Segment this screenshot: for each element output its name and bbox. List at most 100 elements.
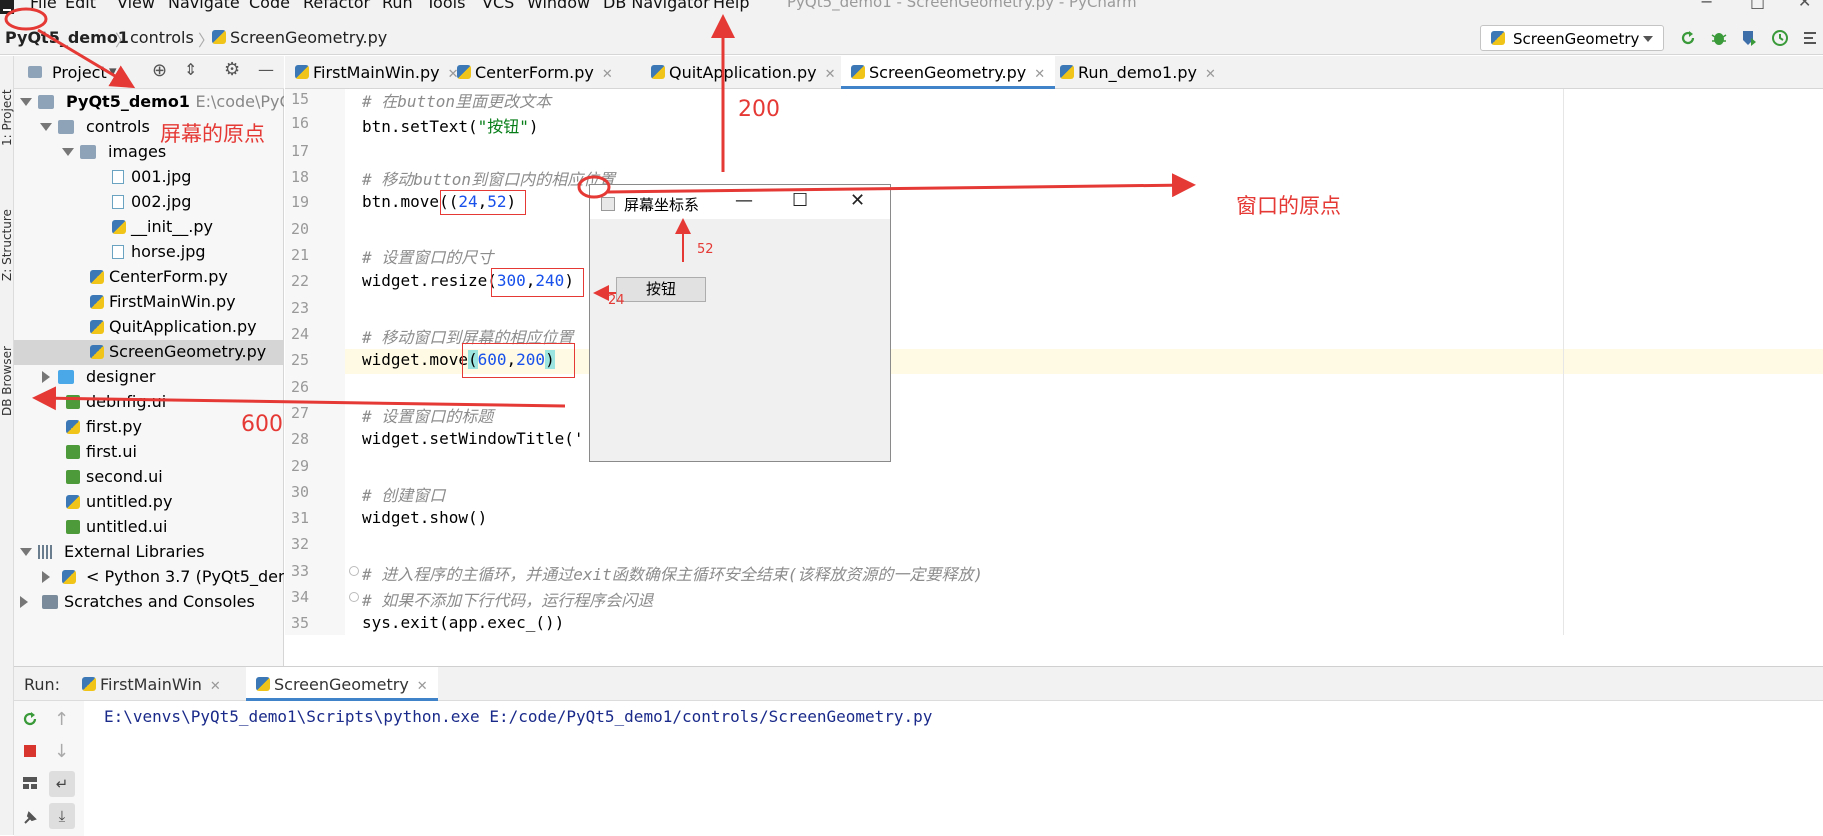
line-number: 35	[290, 614, 309, 632]
pin-icon[interactable]	[21, 809, 39, 827]
hide-panel-icon[interactable]: —	[258, 60, 274, 79]
maximize-icon[interactable]: □	[1750, 0, 1765, 11]
tab-screengeometry[interactable]: ScreenGeometry.py ✕	[841, 56, 1056, 89]
tab-run-demo1[interactable]: Run_demo1.py ✕	[1060, 56, 1216, 89]
tree-item-file[interactable]: 001.jpg	[14, 165, 284, 190]
arrow-up-icon[interactable]: ↑	[54, 709, 69, 730]
run-tab-screengeometry[interactable]: ScreenGeometry ✕	[246, 667, 438, 701]
tab-centerform[interactable]: CenterForm.py ✕	[457, 56, 613, 89]
tab-firstmainwin[interactable]: FirstMainWin.py ✕	[295, 56, 459, 89]
tree-item-file[interactable]: untitled.py	[14, 490, 284, 515]
run-tab-firstmainwin[interactable]: FirstMainWin ✕	[82, 675, 221, 694]
scroll-to-end-icon[interactable]: ⤓	[49, 803, 75, 829]
debug-icon[interactable]	[1710, 29, 1728, 47]
collapse-arrow-icon[interactable]	[42, 371, 50, 383]
tree-item-file[interactable]: FirstMainWin.py	[14, 290, 284, 315]
tree-item-file[interactable]: __init__.py	[14, 215, 284, 240]
breadcrumb-file[interactable]: ScreenGeometry.py	[212, 28, 387, 47]
close-tab-icon[interactable]: ✕	[825, 67, 836, 82]
minimize-icon[interactable]: −	[1700, 0, 1713, 11]
code-line: sys.exit(app.exec_())	[362, 613, 565, 632]
menu-view[interactable]: View	[117, 0, 155, 12]
expand-arrow-icon[interactable]	[20, 98, 32, 106]
tree-item-file[interactable]: first.ui	[14, 440, 284, 465]
run-concurrency-icon[interactable]	[1802, 29, 1820, 47]
tree-item-file[interactable]: untitled.ui	[14, 515, 284, 540]
layout-icon[interactable]	[21, 774, 39, 792]
close-tab-icon[interactable]: ✕	[1205, 67, 1216, 82]
close-tab-icon[interactable]: ✕	[1034, 67, 1045, 82]
profile-icon[interactable]	[1771, 29, 1789, 47]
tree-item-file[interactable]: second.ui	[14, 465, 284, 490]
menu-tools[interactable]: Tools	[426, 0, 465, 12]
arrow-down-icon[interactable]: ↓	[54, 741, 69, 762]
project-panel-title[interactable]: Project	[52, 63, 107, 82]
line-number: 33	[290, 562, 309, 580]
demo-window-titlebar[interactable]: 屏幕坐标系 — ☐ ✕	[590, 185, 890, 219]
gear-icon[interactable]: ⚙	[224, 59, 240, 80]
tree-item-external-libraries[interactable]: External Libraries	[14, 540, 284, 565]
line-number: 29	[290, 457, 309, 475]
rerun-icon[interactable]	[1679, 29, 1697, 47]
close-tab-icon[interactable]: ✕	[602, 67, 613, 82]
tree-item-file[interactable]: horse.jpg	[14, 240, 284, 265]
close-tab-icon[interactable]: ✕	[210, 679, 221, 694]
menu-run[interactable]: Run	[382, 0, 413, 12]
menu-vcs[interactable]: VCS	[482, 0, 514, 12]
tree-item-file[interactable]: QuitApplication.py	[14, 315, 284, 340]
ui-file-icon	[66, 445, 80, 459]
expand-arrow-icon[interactable]	[40, 123, 52, 131]
tree-item-project-root[interactable]: PyQt5_demo1 E:\code\PyQt5	[14, 90, 284, 115]
highlight-box	[491, 268, 584, 297]
locate-file-icon[interactable]: ⊕	[152, 60, 167, 81]
menu-refactor[interactable]: Refactor	[303, 0, 370, 12]
rerun-icon[interactable]	[21, 710, 39, 728]
tree-item-file-selected[interactable]: ScreenGeometry.py	[14, 340, 284, 365]
collapse-arrow-icon[interactable]	[42, 571, 50, 583]
line-number: 30	[290, 483, 309, 501]
tree-item-python-sdk[interactable]: < Python 3.7 (PyQt5_demo	[14, 565, 284, 590]
code-line: # 如果不添加下行代码，运行程序会闪退	[362, 591, 654, 610]
menu-help[interactable]: Help	[713, 0, 749, 12]
tab-project-tool[interactable]: 1: Project	[0, 66, 14, 146]
tab-quitapplication[interactable]: QuitApplication.py ✕	[651, 56, 835, 89]
run-panel: Run: FirstMainWin ✕ ScreenGeometry ✕ ↑ ↓ ↵…	[14, 666, 1823, 836]
tree-item-file[interactable]: 002.jpg	[14, 190, 284, 215]
expand-arrow-icon[interactable]	[20, 548, 32, 556]
tab-structure-tool[interactable]: Z: Structure	[0, 171, 14, 281]
tree-item-label: horse.jpg	[131, 242, 206, 261]
tree-item-label: controls	[86, 117, 150, 136]
fold-marker-icon[interactable]	[349, 566, 359, 576]
tab-label: CenterForm.py	[475, 63, 594, 82]
close-icon[interactable]: ✕	[1798, 0, 1811, 11]
menu-window[interactable]: Window	[527, 0, 590, 12]
breadcrumb-folder[interactable]: controls	[130, 28, 194, 47]
chevron-down-icon[interactable]: ▾	[109, 62, 117, 80]
expand-arrow-icon[interactable]	[62, 148, 74, 156]
menu-edit[interactable]: Edit	[65, 0, 96, 12]
close-tab-icon[interactable]: ✕	[417, 679, 428, 694]
menu-code[interactable]: Code	[249, 0, 290, 12]
code-line: # 创建窗口	[362, 486, 446, 505]
tree-item-scratches[interactable]: Scratches and Consoles	[14, 590, 284, 615]
minimize-icon[interactable]: —	[735, 190, 753, 211]
menu-file[interactable]: File	[30, 0, 57, 12]
collapse-all-icon[interactable]: ⇕	[184, 60, 197, 79]
run-configuration-select[interactable]: ScreenGeometry	[1480, 25, 1664, 51]
demo-window[interactable]: 屏幕坐标系 — ☐ ✕ 按钮	[589, 184, 891, 462]
collapse-arrow-icon[interactable]	[20, 596, 28, 608]
fold-marker-icon[interactable]	[349, 592, 359, 602]
tree-item-designer[interactable]: designer	[14, 365, 284, 390]
breadcrumb-project[interactable]: PyQt5_demo1	[5, 28, 129, 47]
demo-button[interactable]: 按钮	[616, 277, 706, 302]
close-icon[interactable]: ✕	[850, 190, 865, 211]
coverage-icon[interactable]	[1740, 29, 1758, 47]
menu-navigate[interactable]: Navigate	[168, 0, 240, 12]
tree-item-file[interactable]: CenterForm.py	[14, 265, 284, 290]
library-icon	[38, 545, 54, 559]
maximize-icon[interactable]: ☐	[792, 190, 808, 211]
tab-db-browser-tool[interactable]: DB Browser	[0, 296, 14, 416]
stop-icon[interactable]	[21, 742, 39, 760]
menu-db-navigator[interactable]: DB Navigator	[603, 0, 710, 12]
soft-wrap-icon[interactable]: ↵	[49, 771, 75, 797]
